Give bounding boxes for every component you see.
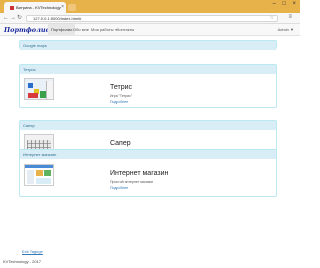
- store-thumbnail: [24, 164, 54, 186]
- browser-tab[interactable]: Витрина - KVTechnology ×: [4, 2, 66, 13]
- more-link[interactable]: Подробнее: [110, 186, 128, 190]
- close-window-icon[interactable]: ×: [292, 1, 296, 7]
- panel-google-maps: Google maps: [19, 40, 277, 50]
- tetris-thumbnail: [24, 78, 54, 100]
- brand-logo[interactable]: Портфолио: [4, 25, 50, 35]
- url-text: 127.0.0.1:5000/index.html#: [33, 16, 82, 21]
- browser-menu-icon[interactable]: ≡: [288, 14, 292, 20]
- panel-heading: Google maps: [20, 41, 276, 50]
- forward-icon[interactable]: →: [10, 14, 16, 23]
- url-input[interactable]: 127.0.0.1:5000/index.html# ☆: [26, 15, 278, 22]
- panel-heading: Сапер: [20, 121, 276, 130]
- panel-tetris: Тетрис Тетрис Игра "Тетрис" Подробнее: [19, 64, 277, 108]
- more-link[interactable]: Подробнее: [110, 100, 128, 104]
- dropdown-caret-icon: ▼: [290, 27, 294, 32]
- tab-title: Витрина - KVTechnology: [16, 5, 61, 10]
- favicon-icon: [10, 5, 14, 10]
- footer-text: KVTechnology - 2017: [3, 259, 42, 264]
- card-description: Простой интернет магазин: [110, 180, 154, 184]
- admin-label: Admin: [277, 27, 289, 32]
- exit-link[interactable]: Exit Tagirge: [22, 249, 43, 254]
- minimize-icon[interactable]: –: [273, 1, 276, 7]
- panel-online-store: Интернет магазин Интернет магазин Просто…: [19, 149, 277, 197]
- site-navbar: Портфолио Портфолио Обо мне Мои работы ▼…: [0, 24, 300, 36]
- admin-menu[interactable]: Admin ▼: [278, 24, 294, 36]
- card-description: Игра "Тетрис": [110, 94, 133, 98]
- nav-works-label: Мои работы: [91, 27, 114, 32]
- panel-heading: Интернет магазин: [20, 150, 276, 159]
- maximize-icon[interactable]: □: [282, 1, 286, 7]
- card-title: Тетрис: [110, 84, 133, 91]
- browser-tab-bar: Витрина - KVTechnology × – □ ×: [0, 0, 300, 13]
- card-title: Сапер: [110, 140, 131, 147]
- new-tab-button[interactable]: [68, 4, 76, 11]
- reload-icon[interactable]: ↻: [17, 14, 22, 23]
- panel-heading: Тетрис: [20, 65, 276, 74]
- close-tab-icon[interactable]: ×: [61, 2, 64, 13]
- nav-contacts[interactable]: Контакты: [114, 24, 137, 36]
- address-bar-row: ← → ↻ 127.0.0.1:5000/index.html# ☆ ≡: [0, 13, 300, 24]
- back-icon[interactable]: ←: [3, 14, 9, 23]
- card-title: Интернет магазин: [110, 170, 169, 177]
- bookmark-star-icon[interactable]: ☆: [270, 16, 274, 21]
